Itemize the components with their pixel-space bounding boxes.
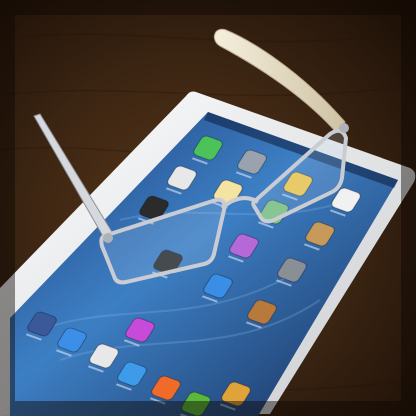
- photo-canvas: [0, 0, 416, 416]
- right-hinge: [339, 123, 349, 133]
- left-hinge: [103, 233, 113, 243]
- photo-scene: [0, 0, 416, 416]
